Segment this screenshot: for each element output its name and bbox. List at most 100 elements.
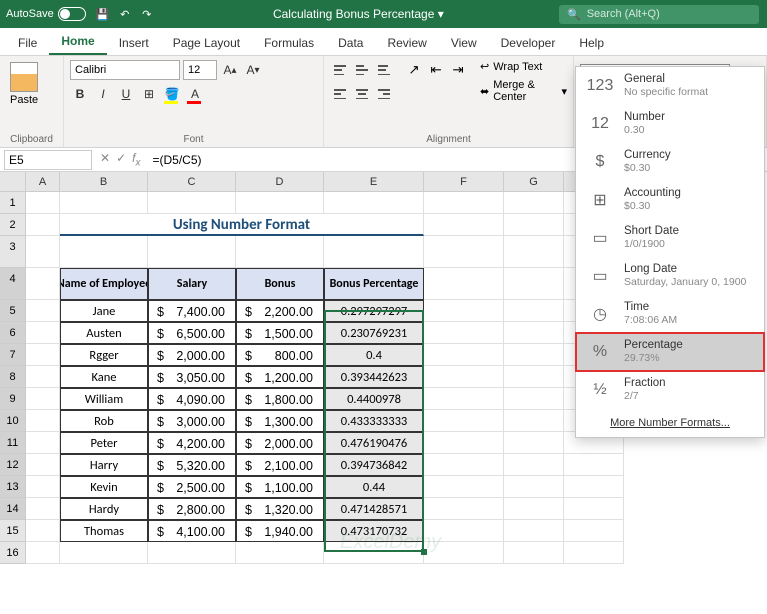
cell-H13[interactable] [564, 476, 624, 498]
cell-G13[interactable] [504, 476, 564, 498]
cell-E8[interactable]: 0.393442623 [324, 366, 424, 388]
cell-G14[interactable] [504, 498, 564, 520]
cell-D11[interactable]: $2,000.00 [236, 432, 324, 454]
row-header-16[interactable]: 16 [0, 542, 26, 564]
cell-C8[interactable]: $3,050.00 [148, 366, 236, 388]
cell-F12[interactable] [424, 454, 504, 476]
cell-F9[interactable] [424, 388, 504, 410]
document-title[interactable]: Calculating Bonus Percentage ▾ [158, 7, 559, 21]
format-option-accounting[interactable]: ⊞Accounting$0.30 [576, 181, 764, 219]
decrease-indent-button[interactable]: ⇤ [426, 60, 446, 80]
format-option-time[interactable]: ◷Time7:08:06 AM [576, 295, 764, 333]
cell-E6[interactable]: 0.230769231 [324, 322, 424, 344]
cell-B15[interactable]: Thomas [60, 520, 148, 542]
tab-help[interactable]: Help [567, 31, 616, 55]
cell-A4[interactable] [26, 268, 60, 300]
cell-E3[interactable] [324, 236, 424, 268]
cell-F10[interactable] [424, 410, 504, 432]
row-header-4[interactable]: 4 [0, 268, 26, 300]
cell-F14[interactable] [424, 498, 504, 520]
cell-B12[interactable]: Harry [60, 454, 148, 476]
tab-insert[interactable]: Insert [107, 31, 161, 55]
undo-icon[interactable]: ↶ [114, 3, 136, 25]
cell-G7[interactable] [504, 344, 564, 366]
cell-A13[interactable] [26, 476, 60, 498]
cell-D5[interactable]: $2,200.00 [236, 300, 324, 322]
cell-H15[interactable] [564, 520, 624, 542]
cell-F2[interactable] [424, 214, 504, 236]
fill-color-button[interactable]: 🪣 [162, 84, 182, 104]
cell-A15[interactable] [26, 520, 60, 542]
align-right-button[interactable] [374, 84, 394, 104]
italic-button[interactable]: I [93, 84, 113, 104]
redo-icon[interactable]: ↷ [136, 3, 158, 25]
col-header-f[interactable]: F [424, 172, 504, 192]
cell-A2[interactable] [26, 214, 60, 236]
cell-E4[interactable]: Bonus Percentage [324, 268, 424, 300]
cell-G6[interactable] [504, 322, 564, 344]
cell-B13[interactable]: Kevin [60, 476, 148, 498]
row-header-8[interactable]: 8 [0, 366, 26, 388]
cell-B2[interactable]: Using Number Format [60, 214, 424, 236]
cell-B3[interactable] [60, 236, 148, 268]
cell-C1[interactable] [148, 192, 236, 214]
cell-C16[interactable] [148, 542, 236, 564]
underline-button[interactable]: U [116, 84, 136, 104]
cell-B5[interactable]: Jane [60, 300, 148, 322]
cell-D9[interactable]: $1,800.00 [236, 388, 324, 410]
cell-B16[interactable] [60, 542, 148, 564]
cell-C14[interactable]: $2,800.00 [148, 498, 236, 520]
tab-file[interactable]: File [6, 31, 49, 55]
cell-F3[interactable] [424, 236, 504, 268]
cell-C11[interactable]: $4,200.00 [148, 432, 236, 454]
cell-F4[interactable] [424, 268, 504, 300]
name-box[interactable]: E5 [4, 150, 92, 170]
cell-E11[interactable]: 0.476190476 [324, 432, 424, 454]
cell-G11[interactable] [504, 432, 564, 454]
cell-G12[interactable] [504, 454, 564, 476]
increase-indent-button[interactable]: ⇥ [448, 60, 468, 80]
save-icon[interactable]: 💾 [92, 3, 114, 25]
cell-F13[interactable] [424, 476, 504, 498]
cell-C9[interactable]: $4,090.00 [148, 388, 236, 410]
cell-E12[interactable]: 0.394736842 [324, 454, 424, 476]
cell-D16[interactable] [236, 542, 324, 564]
format-option-percentage[interactable]: %Percentage29.73% [576, 333, 764, 371]
cell-C6[interactable]: $6,500.00 [148, 322, 236, 344]
format-option-short-date[interactable]: ▭Short Date1/0/1900 [576, 219, 764, 257]
increase-font-icon[interactable]: A▴ [220, 60, 240, 80]
cell-A1[interactable] [26, 192, 60, 214]
cell-G9[interactable] [504, 388, 564, 410]
cell-E13[interactable]: 0.44 [324, 476, 424, 498]
cell-A12[interactable] [26, 454, 60, 476]
row-header-1[interactable]: 1 [0, 192, 26, 214]
cell-D13[interactable]: $1,100.00 [236, 476, 324, 498]
cell-B10[interactable]: Rob [60, 410, 148, 432]
cell-H14[interactable] [564, 498, 624, 520]
orientation-button[interactable]: ↗ [404, 60, 424, 80]
cell-E1[interactable] [324, 192, 424, 214]
cell-G1[interactable] [504, 192, 564, 214]
cell-E10[interactable]: 0.433333333 [324, 410, 424, 432]
cell-F16[interactable] [424, 542, 504, 564]
tab-data[interactable]: Data [326, 31, 375, 55]
cell-E14[interactable]: 0.471428571 [324, 498, 424, 520]
cell-D6[interactable]: $1,500.00 [236, 322, 324, 344]
cell-D10[interactable]: $1,300.00 [236, 410, 324, 432]
cell-B8[interactable]: Kane [60, 366, 148, 388]
cell-G4[interactable] [504, 268, 564, 300]
decrease-font-icon[interactable]: A▾ [243, 60, 263, 80]
cell-D7[interactable]: $800.00 [236, 344, 324, 366]
cell-D3[interactable] [236, 236, 324, 268]
cell-D12[interactable]: $2,100.00 [236, 454, 324, 476]
accept-formula-icon[interactable]: ✓ [116, 151, 126, 168]
tab-formulas[interactable]: Formulas [252, 31, 326, 55]
cell-C12[interactable]: $5,320.00 [148, 454, 236, 476]
align-middle-button[interactable] [352, 60, 372, 80]
paste-button[interactable]: Paste [6, 60, 42, 108]
cell-A16[interactable] [26, 542, 60, 564]
cell-A14[interactable] [26, 498, 60, 520]
cell-A3[interactable] [26, 236, 60, 268]
cell-C4[interactable]: Salary [148, 268, 236, 300]
search-input[interactable]: 🔍 Search (Alt+Q) [559, 5, 759, 24]
